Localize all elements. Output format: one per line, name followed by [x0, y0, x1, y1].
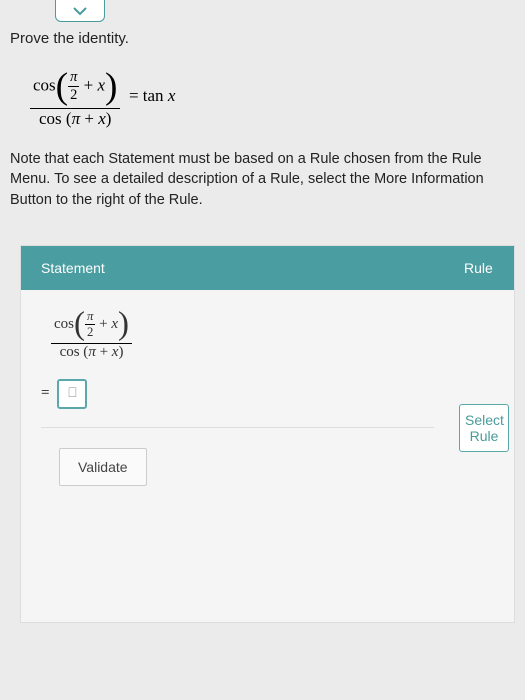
equation-input-row: = ⎕ [41, 379, 434, 409]
validate-button[interactable]: Validate [59, 448, 147, 486]
select-rule-button[interactable]: Select Rule [459, 404, 509, 452]
identity-equation: cos(π2 + x) cos (π + x) = tan x [0, 57, 525, 143]
table-row: cos(π2 + x) cos (π + x) = ⎕ Validate [21, 290, 514, 502]
rule-cell: Select Rule [454, 290, 514, 502]
row-divider [41, 427, 434, 428]
instruction-note: Note that each Statement must be based o… [0, 143, 525, 230]
spacer [21, 502, 514, 622]
input-cursor-icon: ⎕ [68, 386, 76, 402]
starting-expression: cos(π2 + x) cos (π + x) [41, 306, 434, 361]
proof-table: Statement Rule cos(π2 + x) cos (π + x) = [20, 245, 515, 623]
expression-input[interactable]: ⎕ [57, 379, 87, 409]
statement-cell: cos(π2 + x) cos (π + x) = ⎕ Validate [21, 290, 454, 502]
content-area: Prove the identity. cos(π2 + x) cos (π +… [0, 0, 525, 623]
table-header: Statement Rule [21, 246, 514, 290]
equals-sign: = [41, 385, 49, 402]
prompt-title: Prove the identity. [0, 30, 525, 57]
header-rule: Rule [454, 246, 514, 290]
chevron-down-icon [72, 6, 88, 16]
header-statement: Statement [21, 246, 454, 290]
dropdown-toggle[interactable] [55, 0, 105, 22]
page-container: Prove the identity. cos(π2 + x) cos (π +… [0, 0, 525, 700]
